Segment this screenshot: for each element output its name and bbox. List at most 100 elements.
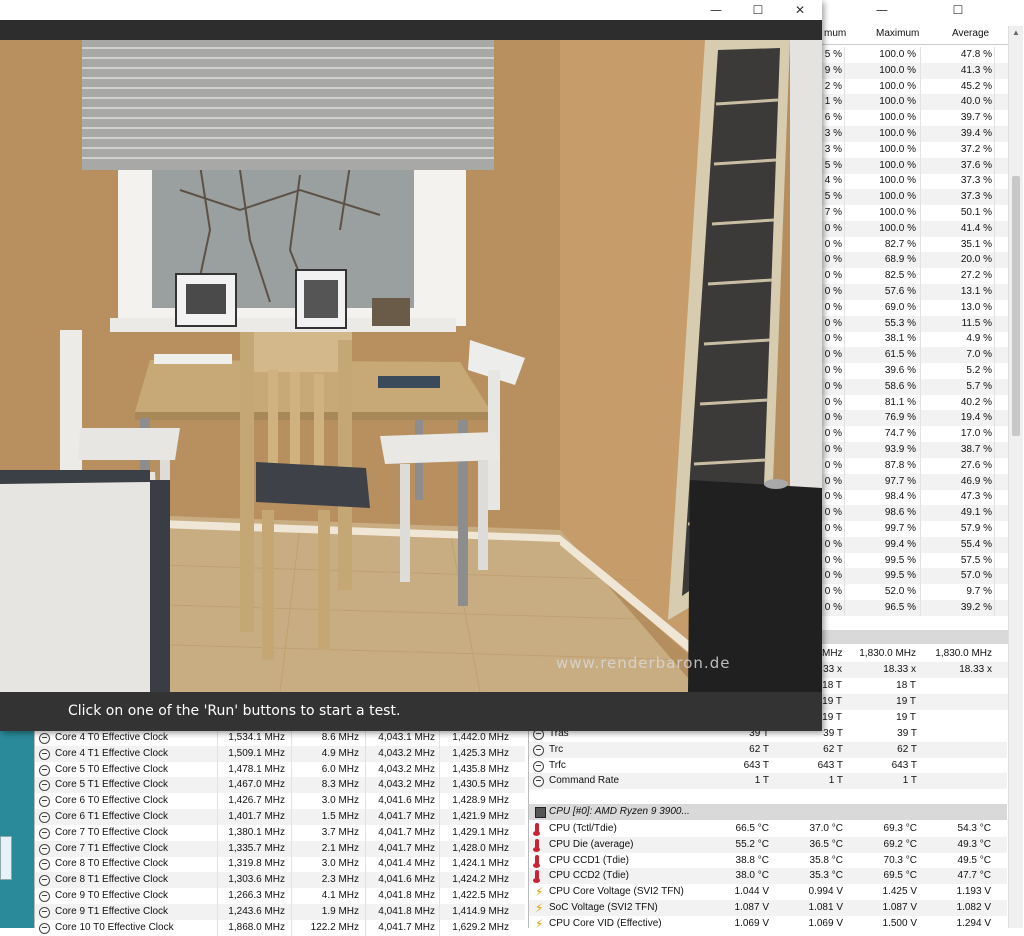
usage-row[interactable]: 5 % 100.0 % 47.8 % <box>822 47 1008 63</box>
usage-row[interactable]: 0 % 74.7 % 17.0 % <box>822 426 1008 443</box>
max-value: 70.3 °C <box>883 854 917 866</box>
column-divider <box>844 536 845 553</box>
effective-clock-row[interactable]: Core 7 T0 Effective Clock 1,380.1 MHz 3.7 … <box>35 824 525 841</box>
clock-row[interactable]: MHz 1,830.0 MHz 1,830.0 MHz <box>822 646 1008 662</box>
usage-row[interactable]: 3 % 100.0 % 37.2 % <box>822 141 1008 158</box>
column-divider <box>844 442 845 458</box>
memory-timing-row[interactable]: Trfc 643 T 643 T 643 T <box>529 758 1007 774</box>
column-divider <box>217 730 218 746</box>
usage-row[interactable]: 0 % 52.0 % 9.7 % <box>822 584 1008 601</box>
hwinfo-minimize-button[interactable]: — <box>862 0 902 20</box>
effective-clock-row[interactable]: Core 4 T0 Effective Clock 1,534.1 MHz 8.6 … <box>35 730 525 746</box>
clock-row[interactable]: 19 T 19 T <box>822 694 1008 710</box>
close-button[interactable]: ✕ <box>780 0 820 20</box>
avg-value: 57.9 % <box>960 523 992 534</box>
vertical-scrollbar[interactable]: ▲ <box>1008 26 1023 928</box>
column-divider <box>291 809 292 825</box>
usage-row[interactable]: 5 % 100.0 % 37.3 % <box>822 189 1008 206</box>
usage-row[interactable]: 0 % 76.9 % 19.4 % <box>822 410 1008 427</box>
effective-clock-panel: Core 4 T0 Effective Clock 1,534.1 MHz 8.6 … <box>34 730 525 936</box>
memory-timing-row[interactable]: Command Rate 1 T 1 T 1 T <box>529 773 1007 790</box>
cpu-sensor-row[interactable]: ⚡ CPU Core Voltage (SVI2 TFN) 1.044 V 0.994… <box>529 884 1007 900</box>
cpu-sensor-row[interactable]: CPU (Tctl/Tdie) 66.5 °C 37.0 °C 69.3 °C 54.3… <box>529 821 1007 837</box>
usage-row[interactable]: 0 % 57.6 % 13.1 % <box>822 284 1008 300</box>
column-minimum-header[interactable]: mum <box>824 28 846 39</box>
effective-clock-row[interactable]: Core 8 T1 Effective Clock 1,303.6 MHz 2.3 … <box>35 872 525 889</box>
usage-row[interactable]: 9 % 100.0 % 41.3 % <box>822 62 1008 79</box>
min-value: 0 % <box>824 602 842 613</box>
effective-clock-row[interactable]: Core 9 T0 Effective Clock 1,266.3 MHz 4.1 … <box>35 888 525 904</box>
usage-row[interactable]: 0 % 69.0 % 13.0 % <box>822 299 1008 316</box>
scrollbar-thumb[interactable] <box>1012 176 1020 436</box>
clock-row[interactable]: 18 T 18 T <box>822 678 1008 694</box>
effective-clock-row[interactable]: Core 6 T1 Effective Clock 1,401.7 MHz 1.5 … <box>35 809 525 825</box>
usage-row[interactable]: 2 % 100.0 % 45.2 % <box>822 78 1008 95</box>
usage-row[interactable]: 0 % 61.5 % 7.0 % <box>822 347 1008 364</box>
maximize-button[interactable]: ☐ <box>738 0 778 20</box>
cinebench-toolbar <box>0 20 822 40</box>
cinebench-window: — ☐ ✕ www.renderbaron.de Click on one of… <box>0 0 822 731</box>
max-value: 99.4 % <box>884 538 916 550</box>
usage-row[interactable]: 0 % 98.4 % 47.3 % <box>822 489 1008 506</box>
usage-row[interactable]: 0 % 100.0 % 41.4 % <box>822 220 1008 237</box>
min-value: 0 % <box>824 396 842 408</box>
effective-clock-row[interactable]: Core 7 T1 Effective Clock 1,335.7 MHz 2.1 … <box>35 840 525 857</box>
cpu-sensor-row[interactable]: CPU CCD1 (Tdie) 38.8 °C 35.8 °C 70.3 °C 49.5… <box>529 853 1007 869</box>
usage-row[interactable]: 0 % 38.1 % 4.9 % <box>822 331 1008 348</box>
usage-row[interactable]: 3 % 100.0 % 39.4 % <box>822 126 1008 142</box>
avg-value: 47.3 % <box>960 491 992 503</box>
min-value: 0 % <box>824 570 842 582</box>
group-header-cpu[interactable]: CPU [#0]: AMD Ryzen 9 3900... <box>529 804 1007 820</box>
clock-row[interactable]: 33 x 18.33 x 18.33 x <box>822 662 1008 678</box>
usage-row[interactable]: 0 % 99.4 % 55.4 % <box>822 536 1008 553</box>
clock-icon <box>39 843 50 855</box>
cpu-sensor-row[interactable]: ⚡ SoC Voltage (SVI2 TFN) 1.087 V 1.081 V 1.0… <box>529 900 1007 916</box>
effective-clock-row[interactable]: Core 4 T1 Effective Clock 1,509.1 MHz 4.9 … <box>35 745 525 762</box>
memory-timing-row[interactable]: Trc 62 T 62 T 62 T <box>529 741 1007 758</box>
usage-row[interactable]: 0 % 97.7 % 46.9 % <box>822 473 1008 490</box>
hwinfo-maximize-button[interactable]: ☐ <box>938 0 978 20</box>
usage-row[interactable]: 0 % 82.5 % 27.2 % <box>822 268 1008 285</box>
usage-row[interactable]: 7 % 100.0 % 50.1 % <box>822 205 1008 221</box>
usage-row[interactable]: 0 % 81.1 % 40.2 % <box>822 394 1008 411</box>
usage-row[interactable]: 0 % 39.6 % 5.2 % <box>822 363 1008 379</box>
usage-row[interactable]: 0 % 99.5 % 57.0 % <box>822 568 1008 585</box>
max-value: 4,043.1 MHz <box>378 732 435 743</box>
column-divider <box>994 252 995 269</box>
usage-row[interactable]: 0 % 96.5 % 39.2 % <box>822 600 1008 616</box>
column-divider <box>439 840 440 857</box>
usage-row[interactable]: 0 % 98.6 % 49.1 % <box>822 505 1008 522</box>
usage-row[interactable]: 0 % 58.6 % 5.7 % <box>822 378 1008 395</box>
usage-row[interactable]: 6 % 100.0 % 39.7 % <box>822 110 1008 127</box>
min-value: 33 x <box>823 664 842 675</box>
usage-row[interactable]: 1 % 100.0 % 40.0 % <box>822 94 1008 111</box>
avg-value: 57.5 % <box>960 554 992 566</box>
column-average-header[interactable]: Average <box>952 28 989 39</box>
usage-row[interactable]: 0 % 68.9 % 20.0 % <box>822 252 1008 269</box>
usage-row[interactable]: 0 % 87.8 % 27.6 % <box>822 457 1008 474</box>
cpu-sensor-row[interactable]: CPU Die (average) 55.2 °C 36.5 °C 69.2 °C 49… <box>529 836 1007 853</box>
column-maximum-header[interactable]: Maximum <box>876 28 919 39</box>
cpu-sensor-row[interactable]: ⚡ CPU Core VID (Effective) 1.069 V 1.069 V 1… <box>529 916 1007 932</box>
current-value: 1,303.6 MHz <box>228 874 285 886</box>
usage-row[interactable]: 0 % 99.5 % 57.5 % <box>822 552 1008 569</box>
effective-clock-row[interactable]: Core 9 T1 Effective Clock 1,243.6 MHz 1.9 … <box>35 903 525 920</box>
usage-row[interactable]: 4 % 100.0 % 37.3 % <box>822 173 1008 190</box>
cpu-sensor-row[interactable]: CPU CCD2 (Tdie) 38.0 °C 35.3 °C 69.5 °C 47.7… <box>529 868 1007 885</box>
clock-icon <box>39 812 50 823</box>
column-divider <box>994 568 995 585</box>
usage-row[interactable]: 0 % 93.9 % 38.7 % <box>822 442 1008 458</box>
column-divider <box>365 824 366 841</box>
effective-clock-row[interactable]: Core 8 T0 Effective Clock 1,319.8 MHz 3.0 … <box>35 856 525 873</box>
minimize-button[interactable]: — <box>696 0 736 20</box>
clock-row[interactable]: 19 T 19 T <box>822 710 1008 726</box>
effective-clock-row[interactable]: Core 5 T1 Effective Clock 1,467.0 MHz 8.3 … <box>35 777 525 794</box>
usage-row[interactable]: 0 % 99.7 % 57.9 % <box>822 521 1008 537</box>
effective-clock-row[interactable]: Core 6 T0 Effective Clock 1,426.7 MHz 3.0 … <box>35 793 525 810</box>
scroll-up-icon[interactable]: ▲ <box>1009 26 1023 40</box>
effective-clock-row[interactable]: Core 5 T0 Effective Clock 1,478.1 MHz 6.0 … <box>35 761 525 778</box>
usage-row[interactable]: 0 % 82.7 % 35.1 % <box>822 236 1008 253</box>
avg-value <box>926 678 992 694</box>
usage-row[interactable]: 0 % 55.3 % 11.5 % <box>822 315 1008 332</box>
usage-row[interactable]: 5 % 100.0 % 37.6 % <box>822 157 1008 174</box>
